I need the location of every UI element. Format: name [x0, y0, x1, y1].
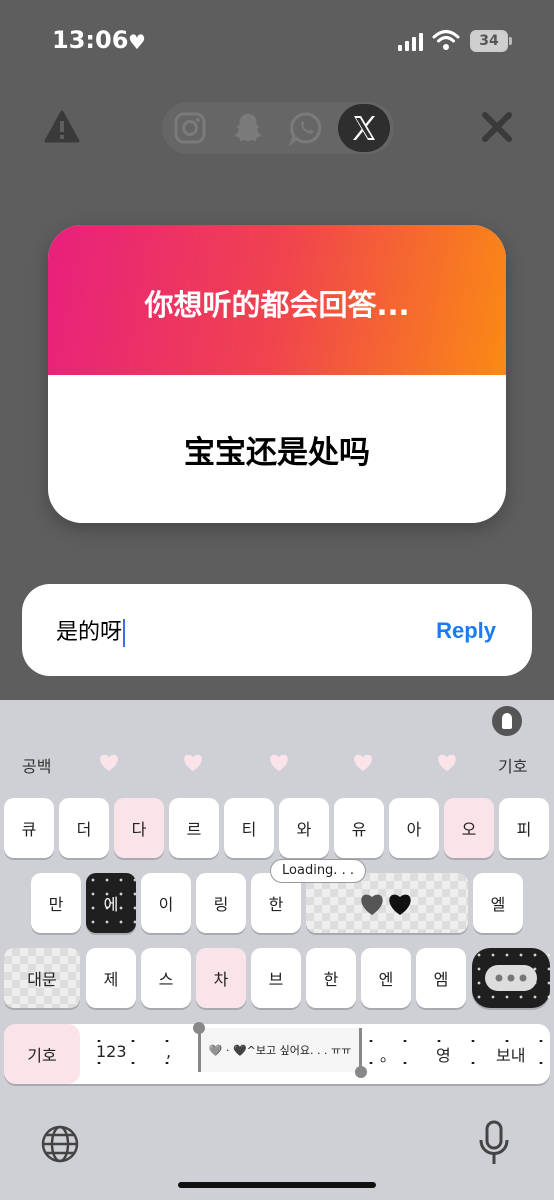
x-icon [353, 116, 375, 140]
symbols-key[interactable]: 기호 [4, 1024, 80, 1084]
x-app-button[interactable] [338, 104, 390, 152]
card-question: 宝宝还是处吗 [184, 434, 370, 471]
key[interactable]: 피 [499, 798, 549, 858]
loading-tooltip: Loading. . . [270, 859, 366, 883]
key[interactable]: 제 [86, 948, 136, 1008]
key[interactable]: 엘 [473, 873, 523, 933]
snapchat-icon[interactable] [230, 110, 266, 146]
suggestion-symbols[interactable]: 기호 [498, 753, 527, 777]
instagram-icon[interactable] [172, 110, 208, 146]
numbers-key[interactable]: 123 [94, 1042, 129, 1061]
reply-input[interactable]: 是的呀 [56, 614, 126, 647]
key[interactable]: 엠 [416, 948, 466, 1008]
card-prompt: 你想听的都会回答... [144, 288, 410, 322]
status-time: 13:06 [52, 26, 129, 54]
key[interactable]: 스 [141, 948, 191, 1008]
key[interactable]: 엔 [361, 948, 411, 1008]
card-body: 宝宝还是处吗 [48, 375, 506, 523]
key[interactable]: 아 [389, 798, 439, 858]
key[interactable]: 오 [444, 798, 494, 858]
key[interactable]: 만 [31, 873, 81, 933]
language-key[interactable]: 영 [434, 1042, 453, 1066]
heart-icon: ♥ [128, 30, 146, 54]
shift-key[interactable]: 대문 [4, 948, 80, 1008]
reply-input-text: 是的呀 [56, 620, 123, 645]
cellular-signal-icon [398, 31, 424, 51]
heart-icon [270, 754, 288, 771]
key[interactable]: 르 [169, 798, 219, 858]
close-icon[interactable] [480, 110, 514, 144]
text-caret [123, 619, 126, 647]
question-card: 你想听的都会回答... 宝宝还是处吗 [48, 225, 506, 523]
reply-button[interactable]: Reply [436, 618, 496, 644]
whatsapp-icon[interactable] [288, 110, 324, 146]
battery-indicator: 34 [470, 30, 508, 52]
share-app-selector [162, 102, 394, 154]
key[interactable]: 더 [59, 798, 109, 858]
home-indicator [178, 1182, 376, 1188]
heart-icon [184, 754, 202, 771]
heart-icon [361, 894, 411, 915]
key[interactable]: 와 [279, 798, 329, 858]
key[interactable]: 이 [141, 873, 191, 933]
key[interactable]: 한 [306, 948, 356, 1008]
heart-icon [100, 754, 118, 771]
key[interactable]: 브 [251, 948, 301, 1008]
speech-bubble-icon [485, 965, 537, 991]
key[interactable]: 큐 [4, 798, 54, 858]
wifi-icon [432, 30, 460, 50]
heart-icon [438, 754, 456, 771]
comma-key[interactable]: , [164, 1042, 174, 1061]
key[interactable]: 유 [334, 798, 384, 858]
card-header: 你想听的都会回答... [48, 225, 506, 375]
backspace-key[interactable] [472, 948, 550, 1008]
microphone-icon[interactable] [476, 1120, 512, 1166]
key[interactable]: 티 [224, 798, 274, 858]
key[interactable]: 차 [196, 948, 246, 1008]
space-bar[interactable]: 🩶 · 🖤^보고 싶어요. . . ㅠㅠ [193, 1022, 367, 1078]
key[interactable]: 다 [114, 798, 164, 858]
warning-triangle-icon[interactable] [44, 110, 80, 144]
key[interactable]: 링 [196, 873, 246, 933]
heart-icon [354, 754, 372, 771]
keyboard-theme-icon[interactable] [492, 706, 522, 736]
battery-tip [509, 37, 512, 45]
send-key[interactable]: 보내 [494, 1042, 528, 1066]
suggestion-space[interactable]: 공백 [22, 753, 51, 777]
key[interactable]: 에 [86, 873, 136, 933]
status-bar: 13:06 ♥ 34 [0, 0, 554, 84]
period-key[interactable]: 。 [378, 1042, 399, 1066]
globe-icon[interactable] [40, 1124, 80, 1164]
space-bar-text: 🩶 · 🖤^보고 싶어요. . . ㅠㅠ [208, 1044, 352, 1057]
reply-bar: 是的呀 Reply [22, 584, 532, 676]
